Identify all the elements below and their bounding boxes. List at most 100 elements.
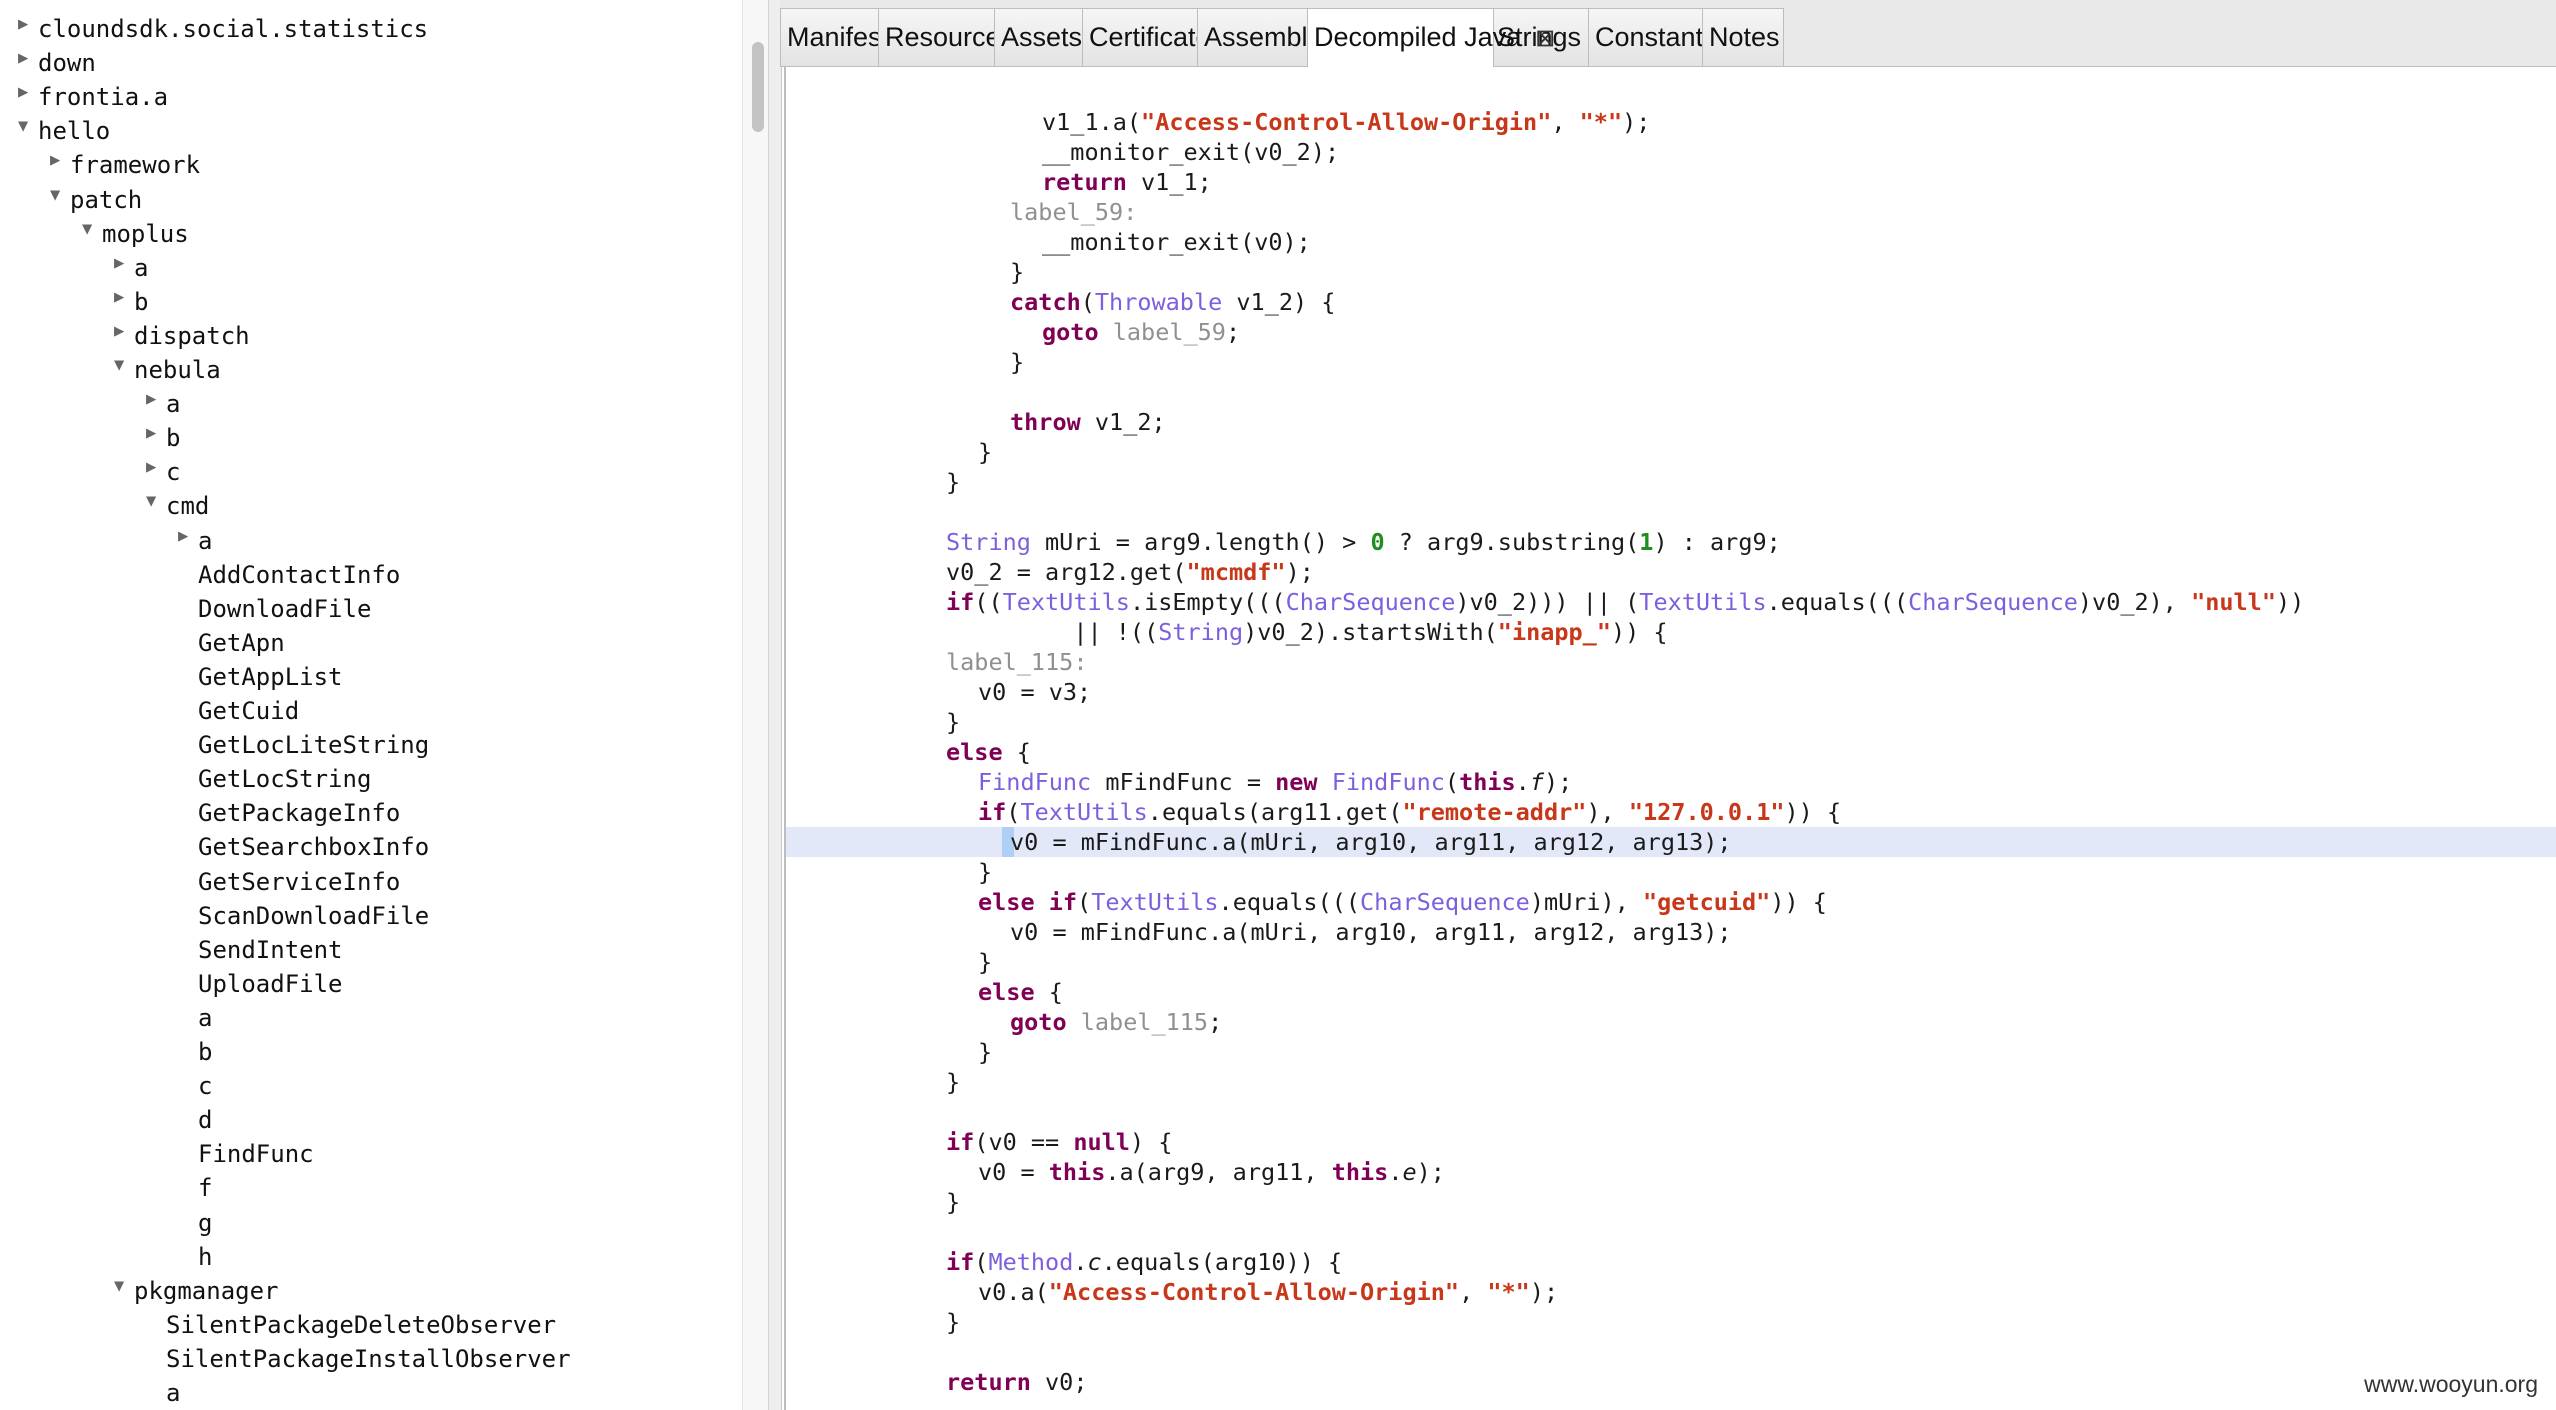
tab-notes[interactable]: Notes — [1702, 8, 1784, 66]
code-line[interactable]: } — [978, 947, 992, 977]
tree-item[interactable]: FindFunc — [178, 1137, 314, 1171]
tree-item[interactable]: c — [178, 1069, 212, 1103]
tree-item[interactable]: GetServiceInfo — [178, 865, 400, 899]
expand-triangle-icon[interactable]: ▶ — [114, 246, 134, 280]
tab-assembly[interactable]: Assembly — [1197, 8, 1321, 66]
code-line[interactable]: v0.a("Access-Control-Allow-Origin", "*")… — [978, 1277, 1558, 1307]
code-line[interactable]: v0 = mFindFunc.a(mUri, arg10, arg11, arg… — [1010, 827, 1732, 857]
tree-item[interactable]: GetSearchboxInfo — [178, 830, 429, 864]
expand-triangle-icon[interactable]: ▶ — [18, 41, 38, 75]
tree-item[interactable]: a — [146, 1376, 180, 1410]
tree-item[interactable]: ▶ dispatch — [114, 319, 250, 353]
collapse-triangle-icon[interactable]: ▼ — [82, 212, 102, 246]
tree-item[interactable]: DownloadFile — [178, 592, 371, 626]
code-line[interactable]: if((TextUtils.isEmpty(((CharSequence)v0_… — [946, 587, 2304, 617]
expand-triangle-icon[interactable]: ▶ — [114, 280, 134, 314]
expand-triangle-icon[interactable]: ▶ — [18, 75, 38, 109]
tree-item[interactable]: ▼ moplus — [82, 217, 189, 251]
code-line[interactable]: } — [978, 857, 992, 887]
tree-item[interactable]: ▶ cloundsdk.social.statistics — [18, 12, 428, 46]
code-line[interactable]: else { — [946, 737, 1031, 767]
tab-decompiled-java[interactable]: Decompiled Java ⊠ — [1307, 8, 1555, 67]
tab-manifest[interactable]: Manifest — [780, 8, 889, 66]
tree-item[interactable]: d — [178, 1103, 212, 1137]
code-line[interactable]: return v1_1; — [1042, 167, 1212, 197]
collapse-triangle-icon[interactable]: ▼ — [146, 484, 166, 518]
tree-item[interactable]: ▶ a — [178, 524, 212, 558]
code-line[interactable]: v0_2 = arg12.get("mcmdf"); — [946, 557, 1314, 587]
code-line[interactable]: } — [1010, 257, 1024, 287]
tree-item[interactable]: ▼ nebula — [114, 353, 221, 387]
code-line[interactable]: } — [978, 1037, 992, 1067]
tree-item[interactable]: SendIntent — [178, 933, 343, 967]
tab-certificate[interactable]: Certificate — [1082, 8, 1211, 66]
collapse-triangle-icon[interactable]: ▼ — [18, 109, 38, 143]
code-line[interactable]: goto label_59; — [1042, 317, 1240, 347]
decompiled-java-editor[interactable]: v1_1.a("Access-Control-Allow-Origin", "*… — [784, 67, 2556, 1410]
pane-splitter[interactable] — [768, 0, 782, 1410]
tree-item[interactable]: SilentPackageDeleteObserver — [146, 1308, 556, 1342]
tree-item[interactable]: h — [178, 1240, 212, 1274]
code-line[interactable]: } — [946, 707, 960, 737]
code-line[interactable]: v1_1.a("Access-Control-Allow-Origin", "*… — [1042, 107, 1650, 137]
tree-item[interactable]: GetAppList — [178, 660, 343, 694]
collapse-triangle-icon[interactable]: ▼ — [114, 348, 134, 382]
code-line[interactable]: String mUri = arg9.length() > 0 ? arg9.s… — [946, 527, 1781, 557]
code-line[interactable]: v0 = this.a(arg9, arg11, this.e); — [978, 1157, 1445, 1187]
code-line[interactable]: throw v1_2; — [1010, 407, 1166, 437]
code-line[interactable]: label_59: — [1010, 197, 1137, 227]
code-line[interactable]: } — [978, 437, 992, 467]
tree-item[interactable]: a — [178, 1001, 212, 1035]
code-line[interactable]: else { — [978, 977, 1063, 1007]
expand-triangle-icon[interactable]: ▶ — [146, 382, 166, 416]
expand-triangle-icon[interactable]: ▶ — [50, 143, 70, 177]
tree-item[interactable]: UploadFile — [178, 967, 343, 1001]
code-line[interactable]: v0 = mFindFunc.a(mUri, arg10, arg11, arg… — [1010, 917, 1732, 947]
expand-triangle-icon[interactable]: ▶ — [114, 314, 134, 348]
tab-constants[interactable]: Constants — [1588, 8, 1717, 66]
expand-triangle-icon[interactable]: ▶ — [146, 416, 166, 450]
code-line[interactable]: } — [946, 467, 960, 497]
collapse-triangle-icon[interactable]: ▼ — [50, 178, 70, 212]
tree-item[interactable]: GetCuid — [178, 694, 299, 728]
code-line[interactable]: if(Method.c.equals(arg10)) { — [946, 1247, 1342, 1277]
code-line[interactable]: } — [946, 1187, 960, 1217]
tree-scrollbar[interactable] — [742, 0, 769, 1410]
tree-item[interactable]: f — [178, 1171, 212, 1205]
code-line[interactable]: } — [1010, 347, 1024, 377]
code-line[interactable]: else if(TextUtils.equals(((CharSequence)… — [978, 887, 1827, 917]
tree-item[interactable]: b — [178, 1035, 212, 1069]
code-line[interactable]: goto label_115; — [1010, 1007, 1222, 1037]
code-line[interactable]: if(TextUtils.equals(arg11.get("remote-ad… — [978, 797, 1841, 827]
tree-scrollbar-thumb[interactable] — [752, 42, 764, 132]
tree-item[interactable]: GetLocString — [178, 762, 371, 796]
code-line[interactable]: __monitor_exit(v0); — [1042, 227, 1311, 257]
tree-item[interactable]: SilentPackageInstallObserver — [146, 1342, 571, 1376]
tree-item[interactable]: ▼ pkgmanager — [114, 1274, 279, 1308]
code-line[interactable]: catch(Throwable v1_2) { — [1010, 287, 1335, 317]
tree-item[interactable]: g — [178, 1206, 212, 1240]
expand-triangle-icon[interactable]: ▶ — [146, 450, 166, 484]
tab-assets[interactable]: Assets — [994, 8, 1086, 66]
expand-triangle-icon[interactable]: ▶ — [178, 519, 198, 553]
code-line[interactable]: if(v0 == null) { — [946, 1127, 1172, 1157]
tree-item[interactable]: ▶ framework — [50, 148, 200, 182]
code-line[interactable]: label_115: — [946, 647, 1087, 677]
code-line[interactable]: || !((String)v0_2).startsWith("inapp_"))… — [946, 617, 1667, 647]
code-line[interactable]: v0 = v3; — [978, 677, 1091, 707]
tree-item[interactable]: GetPackageInfo — [178, 796, 400, 830]
code-line[interactable]: } — [946, 1307, 960, 1337]
expand-triangle-icon[interactable]: ▶ — [18, 7, 38, 41]
tab-resources[interactable]: Resources — [878, 8, 1014, 66]
tree-item[interactable]: ScanDownloadFile — [178, 899, 429, 933]
tab-close-icon[interactable]: ⊠ — [1535, 11, 1555, 67]
code-line[interactable]: __monitor_exit(v0_2); — [1042, 137, 1339, 167]
tree-item[interactable]: ▶ frontia.a — [18, 80, 168, 114]
tree-item[interactable]: AddContactInfo — [178, 558, 400, 592]
package-tree[interactable]: ▶ cloundsdk.social.statistics ▶ down ▶ fronti… — [0, 0, 742, 1410]
collapse-triangle-icon[interactable]: ▼ — [114, 1269, 134, 1303]
code-line[interactable]: } — [946, 1067, 960, 1097]
code-line[interactable]: return v0; — [946, 1367, 1087, 1397]
code-line[interactable]: FindFunc mFindFunc = new FindFunc(this.f… — [978, 767, 1572, 797]
tree-item[interactable]: GetLocLiteString — [178, 728, 429, 762]
